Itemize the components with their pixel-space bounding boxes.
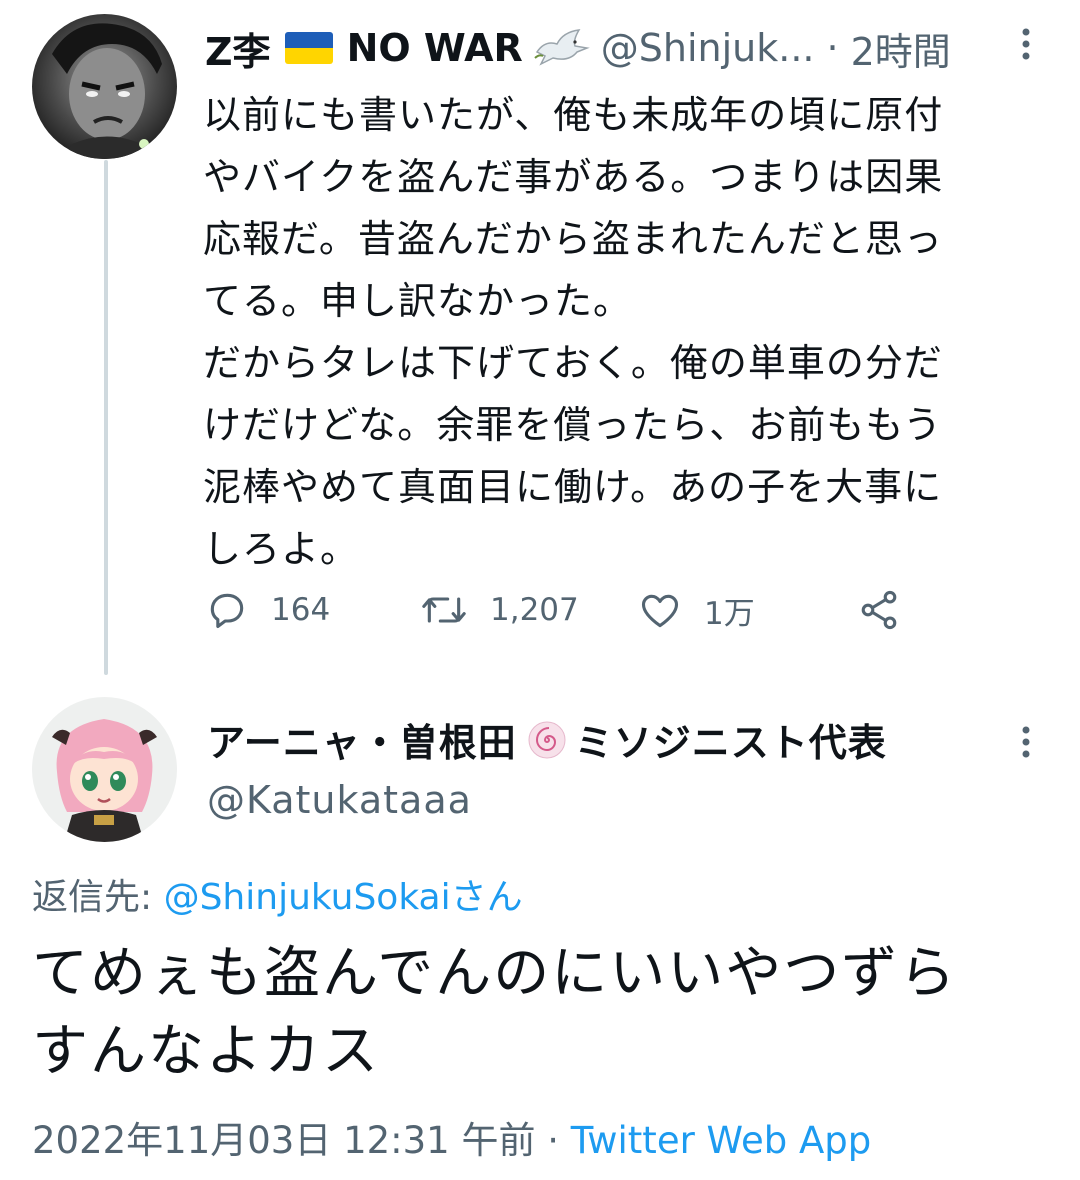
tweet-time[interactable]: 2時間 — [851, 21, 951, 76]
tweet-header: Z李 NO WAR @Shinjuk... · 2時間 — [205, 20, 1005, 76]
user-handle[interactable]: @Katukataaa — [207, 778, 472, 822]
tweet-text: 以前にも書いたが、俺も未成年の頃に原付 やバイクを盗んだ事がある。つまりは因果 … — [203, 93, 944, 571]
heart-icon — [641, 594, 679, 627]
spiral-icon — [527, 720, 567, 760]
more-options-icon[interactable] — [1012, 24, 1040, 68]
display-name[interactable]: アーニャ・曽根田 — [207, 712, 517, 767]
thread-connector-line — [104, 160, 108, 675]
avatar[interactable] — [32, 697, 177, 842]
like-button[interactable]: 1万 — [638, 588, 755, 633]
reply-count: 164 — [271, 592, 331, 628]
share-button[interactable] — [857, 588, 923, 632]
source-link[interactable]: Twitter Web App — [571, 1119, 871, 1162]
tweet-metadata: 2022年11月03日 12:31 午前 · Twitter Web App — [32, 1110, 871, 1164]
dove-icon — [531, 28, 591, 68]
separator-dot: · — [535, 1119, 571, 1162]
reply-button[interactable]: 164 — [205, 588, 330, 632]
display-name-suffix[interactable]: NO WAR — [347, 26, 523, 70]
ukraine-flag-icon — [284, 32, 333, 64]
retweet-button[interactable]: 1,207 — [420, 588, 579, 632]
tweet-header: アーニャ・曽根田 ミソジニスト代表 — [207, 712, 887, 767]
avatar[interactable] — [32, 14, 177, 159]
separator-dot: · — [826, 26, 839, 70]
share-icon — [861, 590, 897, 630]
tweet-actions: 164 1,207 1万 — [205, 588, 925, 638]
more-options-icon[interactable] — [1012, 722, 1040, 766]
display-name-suffix[interactable]: ミソジニスト代表 — [575, 712, 887, 767]
display-name[interactable]: Z李 — [205, 21, 271, 76]
tweet-timestamp[interactable]: 2022年11月03日 12:31 午前 — [32, 1119, 535, 1162]
reply-to-mention-link[interactable]: @ShinjukuSokaiさん — [164, 877, 523, 918]
reply-icon — [210, 593, 244, 629]
retweet-count: 1,207 — [490, 592, 579, 628]
user-handle[interactable]: @Shinjuk... — [601, 26, 815, 70]
reply-to-label: 返信先: — [32, 877, 164, 918]
reply-to-line: 返信先: @ShinjukuSokaiさん — [32, 868, 523, 920]
tweet-text: てめぇも盗んでんのにいいやつずら すんなよカス — [32, 941, 958, 1084]
like-count: 1万 — [704, 596, 755, 632]
retweet-icon — [422, 597, 466, 623]
